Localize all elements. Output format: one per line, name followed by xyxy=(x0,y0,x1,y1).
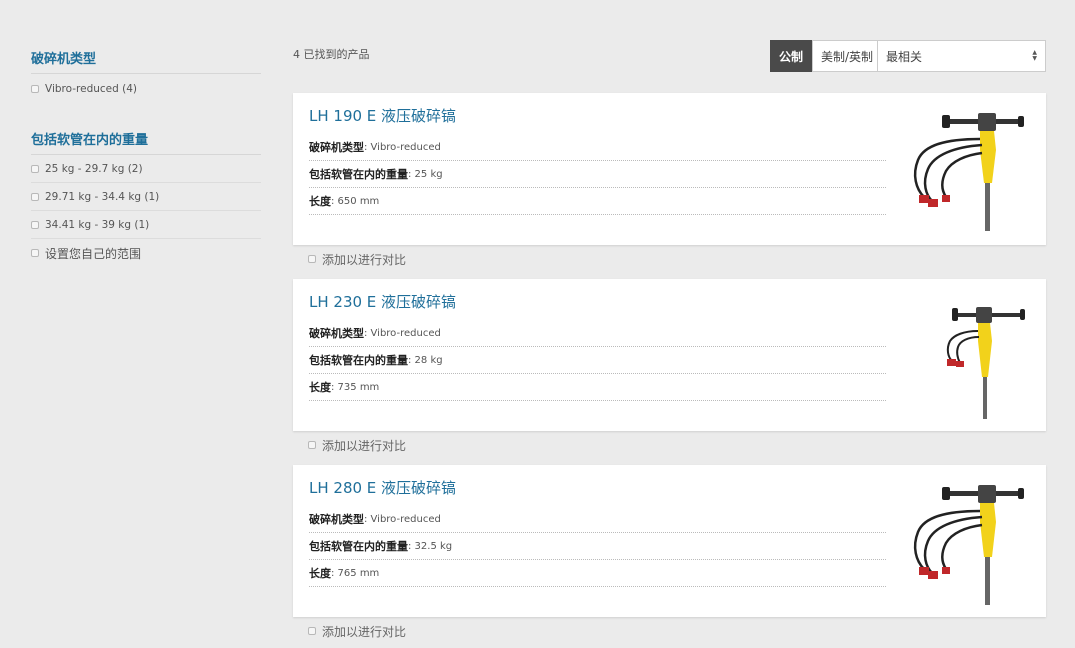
filter-option-vibro-reduced[interactable]: Vibro-reduced (4) xyxy=(31,74,261,103)
checkbox[interactable] xyxy=(31,164,39,173)
spec-value: : 765 mm xyxy=(331,567,380,579)
spec-row-weight: 包括软管在内的重量 : 25 kg xyxy=(309,161,886,188)
compare-toggle[interactable]: 添加以进行对比 xyxy=(293,431,1046,459)
spec-row-weight: 包括软管在内的重量 : 28 kg xyxy=(309,347,886,374)
spec-value: : 25 kg xyxy=(408,168,443,180)
spec-value: : 32.5 kg xyxy=(408,540,453,552)
product-item: LH 190 E 液压破碎镐 破碎机类型 : Vibro-reduced 包括软… xyxy=(293,93,1046,273)
spec-value: : 28 kg xyxy=(408,354,443,366)
product-card[interactable]: LH 280 E 液压破碎镐 破碎机类型 : Vibro-reduced 包括软… xyxy=(293,465,1046,617)
filter-option-label: 25 kg - 29.7 kg (2) xyxy=(45,162,143,175)
compare-label: 添加以进行对比 xyxy=(322,252,407,267)
spec-label: 包括软管在内的重量 xyxy=(309,354,408,367)
spec-row-breaker-type: 破碎机类型 : Vibro-reduced xyxy=(309,134,886,161)
checkbox[interactable] xyxy=(31,84,39,93)
filter-group-weight: 包括软管在内的重量 25 kg - 29.7 kg (2) 29.71 kg -… xyxy=(31,129,261,267)
checkbox[interactable] xyxy=(31,192,39,201)
filter-group-breaker-type: 破碎机类型 Vibro-reduced (4) xyxy=(31,48,261,103)
hydraulic-breaker-image[interactable] xyxy=(906,477,1026,605)
product-card[interactable]: LH 230 E 液压破碎镐 破碎机类型 : Vibro-reduced 包括软… xyxy=(293,279,1046,431)
checkbox[interactable] xyxy=(31,220,39,229)
spec-label: 破碎机类型 xyxy=(309,327,364,340)
checkbox[interactable] xyxy=(31,249,39,257)
spec-value: : Vibro-reduced xyxy=(364,327,441,339)
product-listing-page: 破碎机类型 Vibro-reduced (4) 包括软管在内的重量 25 kg … xyxy=(0,0,1075,648)
compare-toggle[interactable]: 添加以进行对比 xyxy=(293,617,1046,645)
unit-toggle: 公制 美制/英制 xyxy=(770,40,883,72)
spec-label: 长度 xyxy=(309,195,331,208)
compare-checkbox[interactable] xyxy=(308,255,316,263)
product-card[interactable]: LH 190 E 液压破碎镐 破碎机类型 : Vibro-reduced 包括软… xyxy=(293,93,1046,245)
result-count: 4 已找到的产品 xyxy=(293,48,370,61)
compare-label: 添加以进行对比 xyxy=(322,624,407,639)
sort-select[interactable]: 最相关 ▲ ▼ xyxy=(877,40,1046,72)
filter-option-label: 34.41 kg - 39 kg (1) xyxy=(45,218,150,231)
filter-title: 包括软管在内的重量 xyxy=(31,129,261,155)
spec-value: : 735 mm xyxy=(331,381,380,393)
filter-option-weight-1[interactable]: 25 kg - 29.7 kg (2) xyxy=(31,155,261,183)
spec-row-weight: 包括软管在内的重量 : 32.5 kg xyxy=(309,533,886,560)
compare-checkbox[interactable] xyxy=(308,627,316,635)
compare-label: 添加以进行对比 xyxy=(322,438,407,453)
spec-label: 长度 xyxy=(309,567,331,580)
sort-select-value: 最相关 xyxy=(886,49,923,64)
filter-option-custom-range[interactable]: 设置您自己的范围 xyxy=(31,239,261,267)
product-item: LH 230 E 液压破碎镐 破碎机类型 : Vibro-reduced 包括软… xyxy=(293,279,1046,459)
select-arrows-icon: ▲ ▼ xyxy=(1032,49,1037,62)
hydraulic-breaker-image[interactable] xyxy=(906,105,1026,233)
product-item: LH 280 E 液压破碎镐 破碎机类型 : Vibro-reduced 包括软… xyxy=(293,465,1046,645)
compare-toggle[interactable]: 添加以进行对比 xyxy=(293,245,1046,273)
spec-row-length: 长度 : 735 mm xyxy=(309,374,886,401)
filter-title: 破碎机类型 xyxy=(31,48,261,74)
spec-label: 破碎机类型 xyxy=(309,513,364,526)
spec-value: : Vibro-reduced xyxy=(364,141,441,153)
spec-label: 包括软管在内的重量 xyxy=(309,540,408,553)
spec-row-length: 长度 : 765 mm xyxy=(309,560,886,587)
unit-metric-button[interactable]: 公制 xyxy=(770,40,813,72)
spec-row-length: 长度 : 650 mm xyxy=(309,188,886,215)
filter-option-label: 设置您自己的范围 xyxy=(45,246,142,261)
filter-option-label: 29.71 kg - 34.4 kg (1) xyxy=(45,190,160,203)
spec-value: : Vibro-reduced xyxy=(364,513,441,525)
spec-row-breaker-type: 破碎机类型 : Vibro-reduced xyxy=(309,320,886,347)
filter-option-weight-2[interactable]: 29.71 kg - 34.4 kg (1) xyxy=(31,183,261,211)
spec-label: 长度 xyxy=(309,381,331,394)
hydraulic-breaker-image[interactable] xyxy=(906,291,1026,419)
filter-sidebar: 破碎机类型 Vibro-reduced (4) 包括软管在内的重量 25 kg … xyxy=(31,48,261,293)
filter-option-weight-3[interactable]: 34.41 kg - 39 kg (1) xyxy=(31,211,261,239)
compare-checkbox[interactable] xyxy=(308,441,316,449)
spec-value: : 650 mm xyxy=(331,195,380,207)
unit-imperial-button[interactable]: 美制/英制 xyxy=(812,40,883,72)
filter-option-label: Vibro-reduced (4) xyxy=(45,82,138,95)
spec-row-breaker-type: 破碎机类型 : Vibro-reduced xyxy=(309,506,886,533)
spec-label: 包括软管在内的重量 xyxy=(309,168,408,181)
spec-label: 破碎机类型 xyxy=(309,141,364,154)
